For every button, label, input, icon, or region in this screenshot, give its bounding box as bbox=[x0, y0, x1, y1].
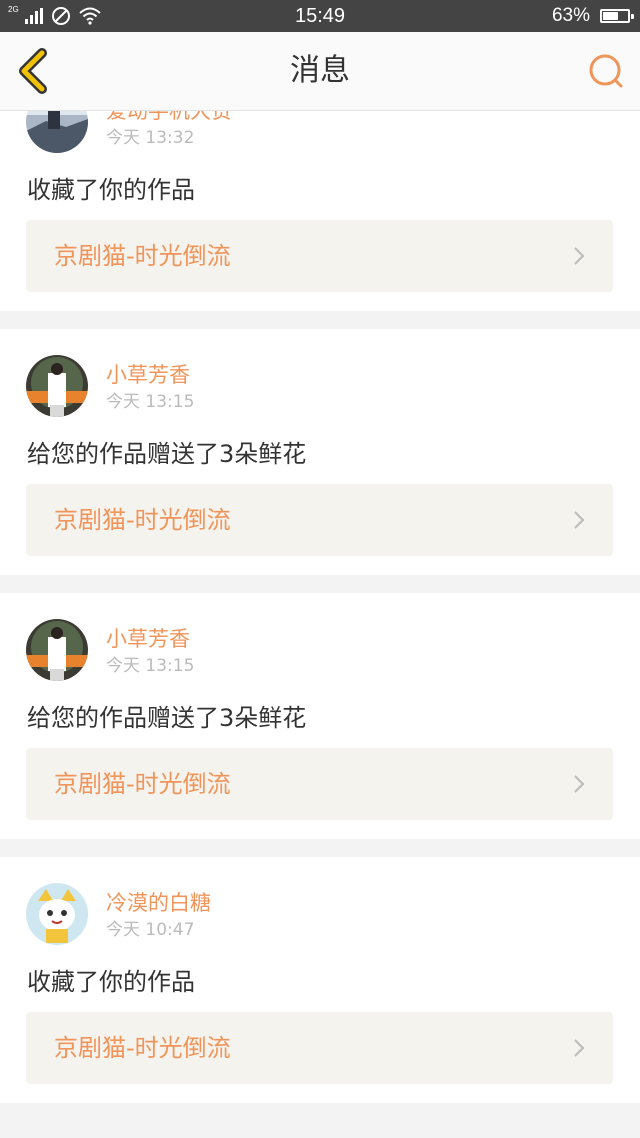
page-title: 消息 bbox=[290, 53, 350, 88]
chevron-right-icon bbox=[574, 1039, 585, 1057]
user-name[interactable]: 冷漠的白糖 bbox=[106, 890, 211, 916]
status-icons-right: 63% bbox=[551, 0, 634, 32]
message-text: 收藏了你的作品 bbox=[27, 968, 195, 996]
work-link[interactable]: 京剧猫-时光倒流 bbox=[26, 1012, 613, 1084]
message-text: 收藏了你的作品 bbox=[27, 176, 195, 204]
battery-level bbox=[603, 12, 619, 20]
message-text: 给您的作品赠送了3朵鲜花 bbox=[27, 704, 307, 732]
chevron-right-icon bbox=[574, 775, 585, 793]
message-card: 冷漠的白糖 今天 10:47 收藏了你的作品 京剧猫-时光倒流 bbox=[0, 857, 640, 1103]
user-name[interactable]: 小草芳香 bbox=[106, 362, 190, 388]
work-title: 京剧猫-时光倒流 bbox=[54, 506, 231, 534]
avatar[interactable] bbox=[26, 619, 88, 681]
message-time: 今天 13:15 bbox=[106, 392, 195, 412]
work-link[interactable]: 京剧猫-时光倒流 bbox=[26, 484, 613, 556]
chevron-right-icon bbox=[574, 511, 585, 529]
work-link[interactable]: 京剧猫-时光倒流 bbox=[26, 748, 613, 820]
clock: 15:49 bbox=[294, 5, 346, 27]
message-time: 今天 13:32 bbox=[106, 128, 195, 148]
avatar[interactable] bbox=[26, 355, 88, 417]
app-header: 消息 bbox=[0, 32, 640, 111]
message-card: 小草芳香 今天 13:15 给您的作品赠送了3朵鲜花 京剧猫-时光倒流 bbox=[0, 593, 640, 839]
message-card: 小草芳香 今天 13:15 给您的作品赠送了3朵鲜花 京剧猫-时光倒流 bbox=[0, 329, 640, 575]
battery-percent: 63% bbox=[551, 5, 590, 26]
message-time: 今天 13:15 bbox=[106, 656, 195, 676]
user-name[interactable]: 小草芳香 bbox=[106, 626, 190, 652]
message-card: 爱动手机大赞 今天 13:32 收藏了你的作品 京剧猫-时光倒流 bbox=[0, 110, 640, 311]
avatar[interactable] bbox=[26, 883, 88, 945]
work-title: 京剧猫-时光倒流 bbox=[54, 242, 231, 270]
work-title: 京剧猫-时光倒流 bbox=[54, 770, 231, 798]
message-list: 爱动手机大赞 今天 13:32 收藏了你的作品 京剧猫-时光倒流 小草芳香 今天… bbox=[0, 110, 640, 1121]
avatar[interactable] bbox=[26, 110, 88, 153]
message-text: 给您的作品赠送了3朵鲜花 bbox=[27, 440, 307, 468]
user-name[interactable]: 爱动手机大赞 bbox=[106, 110, 232, 124]
search-button[interactable] bbox=[586, 52, 626, 92]
battery-icon bbox=[600, 9, 634, 23]
work-title: 京剧猫-时光倒流 bbox=[54, 1034, 231, 1062]
message-list-viewport[interactable]: 爱动手机大赞 今天 13:32 收藏了你的作品 京剧猫-时光倒流 小草芳香 今天… bbox=[0, 110, 640, 1138]
chevron-right-icon bbox=[574, 247, 585, 265]
status-bar: 2G 15:49 63% bbox=[0, 0, 640, 32]
message-time: 今天 10:47 bbox=[106, 920, 195, 940]
work-link[interactable]: 京剧猫-时光倒流 bbox=[26, 220, 613, 292]
search-icon bbox=[589, 54, 623, 88]
